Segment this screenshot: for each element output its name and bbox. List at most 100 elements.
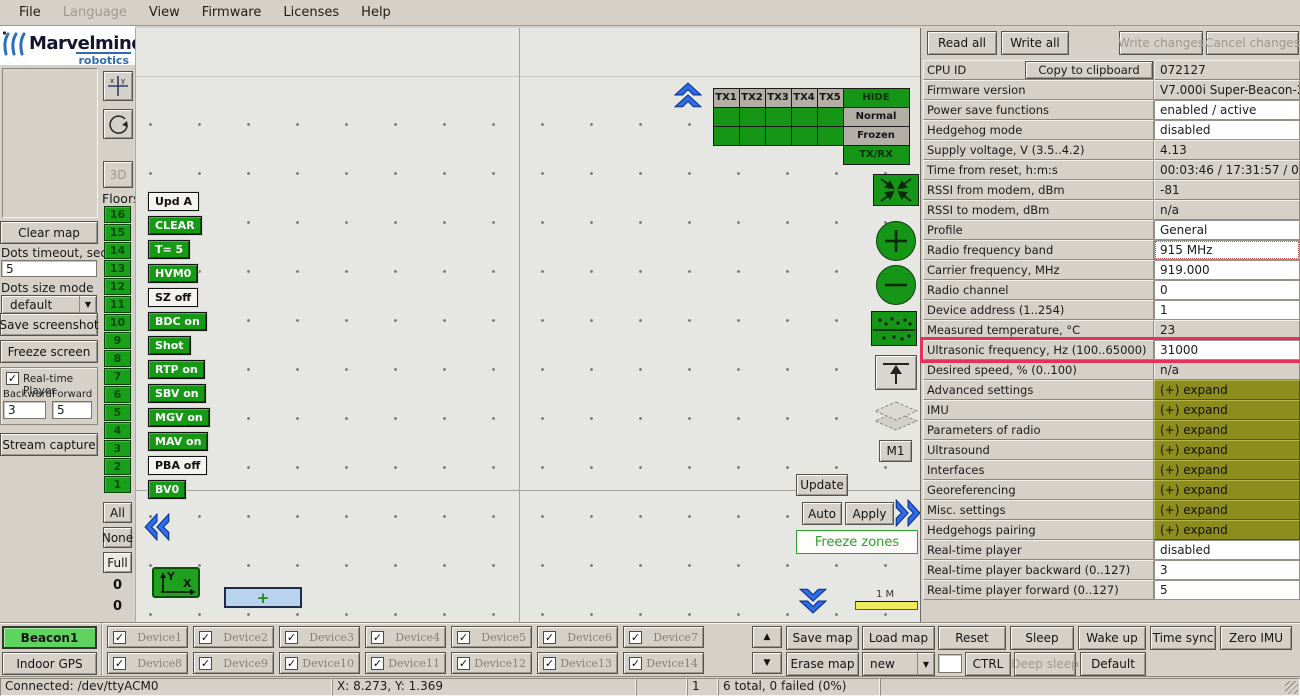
tx-header-tx4[interactable]: TX4 [791, 88, 818, 108]
tx-txrx-button[interactable]: TX/RX [843, 145, 910, 165]
device-button-device13[interactable]: ✓Device13 [537, 652, 618, 674]
floor-button-1[interactable]: 1 [104, 476, 131, 493]
floor-button-2[interactable]: 2 [104, 458, 131, 475]
device-button-device2[interactable]: ✓Device2 [193, 626, 274, 648]
device-button-device3[interactable]: ✓Device3 [279, 626, 360, 648]
tx-cell[interactable] [817, 126, 844, 146]
collapse-up-button[interactable] [674, 82, 702, 114]
param-value[interactable]: 5 [1154, 580, 1300, 600]
menu-item-firmware[interactable]: Firmware [191, 5, 273, 20]
menu-item-language[interactable]: Language [52, 5, 138, 20]
map-canvas[interactable]: Upd ACLEART= 5HVM0SZ offBDC onShotRTP on… [135, 28, 920, 622]
param-value[interactable]: 919.000 [1154, 260, 1300, 280]
axis-orientation-button[interactable]: Y X [152, 567, 200, 598]
param-value[interactable]: n/a [1154, 360, 1300, 380]
device-button-device10[interactable]: ✓Device10 [279, 652, 360, 674]
param-value[interactable]: 0 [1154, 280, 1300, 300]
mode-button-rtp-on[interactable]: RTP on [148, 360, 205, 379]
tx-header-tx2[interactable]: TX2 [739, 88, 766, 108]
device-button-device11[interactable]: ✓Device11 [365, 652, 446, 674]
param-value[interactable]: (+) expand [1154, 480, 1300, 500]
checkbox-checked-icon[interactable]: ✓ [371, 657, 384, 670]
param-value[interactable]: (+) expand [1154, 420, 1300, 440]
param-label[interactable]: IMU [923, 400, 1154, 420]
param-value[interactable]: (+) expand [1154, 520, 1300, 540]
zoom-in-button[interactable] [876, 221, 916, 261]
upload-button[interactable] [875, 355, 917, 390]
checkbox-checked-icon[interactable]: ✓ [199, 657, 212, 670]
floor-button-11[interactable]: 11 [104, 296, 131, 313]
param-value[interactable]: 072127 [1154, 60, 1300, 80]
cancel-changes-button[interactable]: Cancel changes [1206, 31, 1299, 55]
menu-item-view[interactable]: View [138, 5, 191, 20]
param-label[interactable]: Real-time player backward (0..127) [923, 560, 1154, 580]
floors-all-button[interactable]: All [103, 502, 132, 523]
tx-cell[interactable] [713, 107, 740, 127]
param-value[interactable]: n/a [1154, 200, 1300, 220]
devices-scroll-up-button[interactable]: ▲ [752, 626, 782, 648]
floor-button-8[interactable]: 8 [104, 350, 131, 367]
param-value[interactable]: (+) expand [1154, 380, 1300, 400]
param-label[interactable]: Real-time player [923, 540, 1154, 560]
param-value[interactable]: (+) expand [1154, 400, 1300, 420]
param-label[interactable]: Real-time player forward (0..127) [923, 580, 1154, 600]
wake-up-button[interactable]: Wake up [1078, 626, 1146, 650]
floor-button-7[interactable]: 7 [104, 368, 131, 385]
param-label[interactable]: Firmware version [923, 80, 1154, 100]
zero-imu-button[interactable]: Zero IMU [1220, 626, 1292, 650]
mode-button-upd-a[interactable]: Upd A [148, 192, 199, 211]
auto-button[interactable]: Auto [802, 502, 842, 525]
tx-cell[interactable] [739, 107, 766, 127]
layers-button[interactable] [873, 400, 919, 440]
mode-button-sz-off[interactable]: SZ off [148, 288, 198, 307]
param-label[interactable]: Desired speed, % (0..100) [923, 360, 1154, 380]
freeze-zones-button[interactable]: Freeze zones [796, 530, 918, 554]
device-button-device9[interactable]: ✓Device9 [193, 652, 274, 674]
tx-frozen-button[interactable]: Frozen [843, 126, 910, 146]
tx-cell[interactable] [817, 107, 844, 127]
tx-header-tx3[interactable]: TX3 [765, 88, 792, 108]
checkbox-checked-icon[interactable]: ✓ [285, 631, 298, 644]
write-changes-button[interactable]: Write changes [1119, 31, 1203, 55]
crosshair-tool-button[interactable]: xy [103, 71, 133, 101]
param-label[interactable]: Hedgehog mode [923, 120, 1154, 140]
save-screenshot-button[interactable]: Save screenshot [0, 313, 98, 336]
clear-map-button[interactable]: Clear map [0, 221, 98, 244]
mode-button-mgv-on[interactable]: MGV on [148, 408, 210, 427]
tx-header-tx1[interactable]: TX1 [713, 88, 740, 108]
param-value[interactable]: disabled [1154, 540, 1300, 560]
menu-item-file[interactable]: File [8, 5, 52, 20]
param-value[interactable]: 4.13 [1154, 140, 1300, 160]
param-value[interactable]: 23 [1154, 320, 1300, 340]
map-select-dropdown[interactable]: new ▼ [862, 652, 935, 676]
param-label[interactable]: Parameters of radio [923, 420, 1154, 440]
mode-button-t-5[interactable]: T= 5 [148, 240, 190, 259]
save-map-button[interactable]: Save map [786, 626, 859, 650]
param-value[interactable]: 31000 [1154, 340, 1300, 360]
floors-none-button[interactable]: None [103, 527, 132, 548]
param-label[interactable]: Time from reset, h:m:s [923, 160, 1154, 180]
param-value[interactable]: (+) expand [1154, 440, 1300, 460]
sleep-button[interactable]: Sleep [1010, 626, 1074, 650]
tx-cell[interactable] [739, 126, 766, 146]
param-label[interactable]: RSSI from modem, dBm [923, 180, 1154, 200]
update-button[interactable]: Update [796, 474, 848, 496]
menu-item-help[interactable]: Help [350, 5, 402, 20]
floor-button-3[interactable]: 3 [104, 440, 131, 457]
ctrl-checkbox[interactable] [938, 654, 962, 673]
tx-cell[interactable] [791, 107, 818, 127]
mode-button-bdc-on[interactable]: BDC on [148, 312, 207, 331]
dots-timeout-input[interactable]: 5 [1, 260, 97, 277]
add-submap-button[interactable]: + [224, 587, 302, 608]
device-button-device4[interactable]: ✓Device4 [365, 626, 446, 648]
copy-to-clipboard-button[interactable]: Copy to clipboard [1025, 61, 1153, 79]
param-label[interactable]: Device address (1..254) [923, 300, 1154, 320]
param-value[interactable]: 1 [1154, 300, 1300, 320]
dots-size-select[interactable]: default ▼ [1, 295, 97, 314]
param-label[interactable]: RSSI to modem, dBm [923, 200, 1154, 220]
tx-cell[interactable] [765, 126, 792, 146]
tx-normal-button[interactable]: Normal [843, 107, 910, 127]
mode-button-bv0[interactable]: BV0 [148, 480, 186, 499]
tx-cell[interactable] [791, 126, 818, 146]
param-value[interactable]: (+) expand [1154, 460, 1300, 480]
